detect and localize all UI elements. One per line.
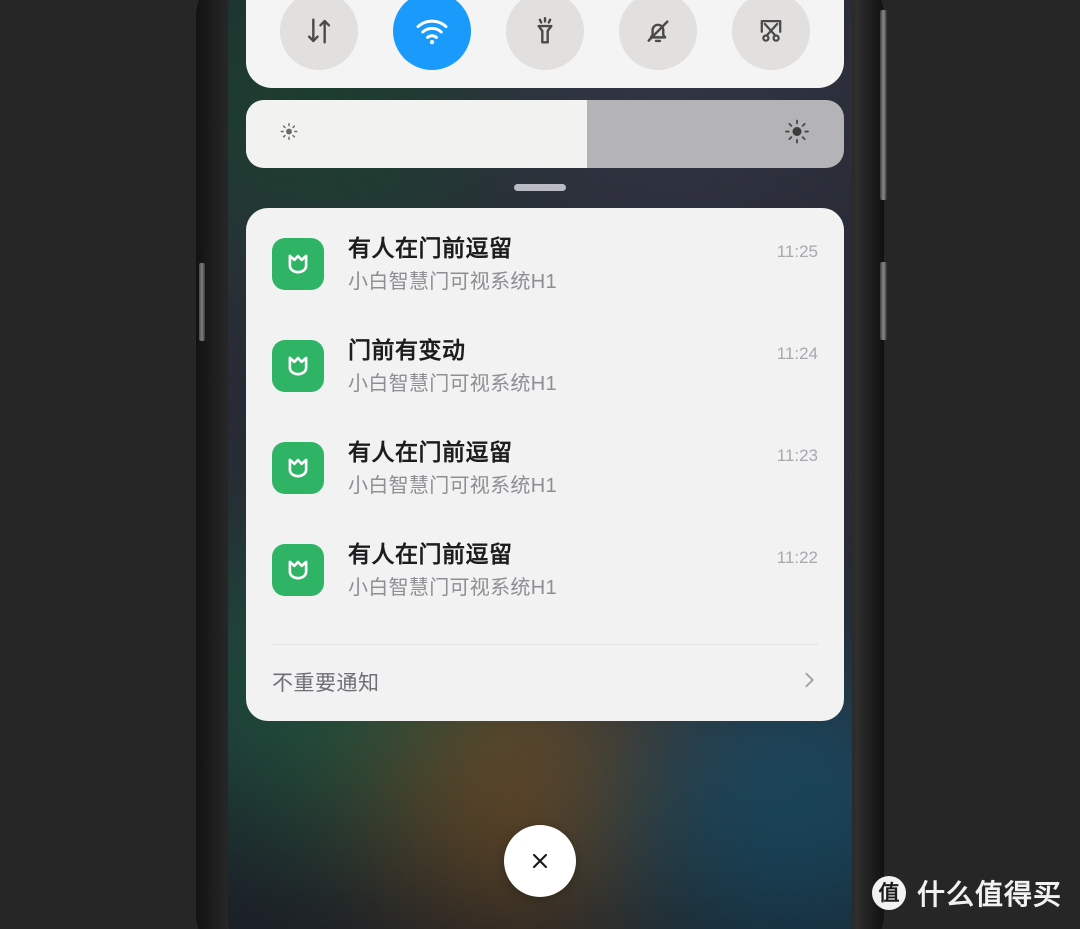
scissors-icon <box>754 14 788 48</box>
notification-item[interactable]: 有人在门前逗留 小白智慧门可视系统H1 11:23 <box>246 432 844 534</box>
watermark-text: 什么值得买 <box>916 879 1062 910</box>
notification-title: 有人在门前逗留 <box>348 541 513 567</box>
mijia-icon <box>272 238 324 290</box>
mijia-icon <box>272 442 324 494</box>
toggle-flashlight[interactable] <box>505 0 584 70</box>
notification-time: 11:25 <box>776 242 818 261</box>
notification-time: 11:23 <box>776 446 818 465</box>
notification-item[interactable]: 有人在门前逗留 小白智慧门可视系统H1 11:25 <box>246 228 844 330</box>
notification-app-name: 小白智慧门可视系统H1 <box>348 270 557 293</box>
notification-app-name: 小白智慧门可视系统H1 <box>348 474 557 497</box>
close-icon <box>532 853 548 869</box>
notification-list: 有人在门前逗留 小白智慧门可视系统H1 11:25 门前有变动 小白智慧门可视系… <box>246 208 844 721</box>
chevron-right-icon <box>798 669 820 696</box>
notification-title: 有人在门前逗留 <box>348 235 513 261</box>
quick-settings-panel <box>246 0 844 88</box>
sun-large-icon <box>782 117 812 152</box>
unimportant-notifications-row[interactable]: 不重要通知 <box>246 645 844 721</box>
close-notifications-button[interactable] <box>504 825 576 897</box>
notification-item[interactable]: 有人在门前逗留 小白智慧门可视系统H1 11:22 <box>246 534 844 636</box>
notification-title: 有人在门前逗留 <box>348 439 513 465</box>
data-arrows-icon <box>302 14 336 48</box>
phone-side-button-left[interactable] <box>199 263 205 341</box>
bell-muted-icon <box>641 14 675 48</box>
mijia-icon <box>272 340 324 392</box>
toggle-mobile-data[interactable] <box>279 0 358 70</box>
mijia-icon <box>272 544 324 596</box>
wifi-icon <box>413 12 451 50</box>
panel-drag-handle[interactable] <box>514 184 566 191</box>
notification-time: 11:22 <box>776 548 818 567</box>
sun-small-icon <box>278 121 300 148</box>
toggle-screenshot[interactable] <box>732 0 811 70</box>
notification-app-name: 小白智慧门可视系统H1 <box>348 576 557 599</box>
screenshot-root: 有人在门前逗留 小白智慧门可视系统H1 11:25 门前有变动 小白智慧门可视系… <box>0 0 1080 929</box>
flashlight-icon <box>528 14 562 48</box>
phone-screen: 有人在门前逗留 小白智慧门可视系统H1 11:25 门前有变动 小白智慧门可视系… <box>228 0 852 929</box>
toggle-wifi[interactable] <box>392 0 471 70</box>
watermark-logo-icon: 值 <box>871 876 906 910</box>
unimportant-notifications-label: 不重要通知 <box>272 672 380 695</box>
phone-side-button-right-lower[interactable] <box>880 262 887 340</box>
notification-title: 门前有变动 <box>348 337 466 363</box>
brightness-slider[interactable] <box>246 100 844 168</box>
phone-side-button-right-upper[interactable] <box>880 10 887 200</box>
watermark: 值 什么值得买 <box>871 873 1062 913</box>
notification-app-name: 小白智慧门可视系统H1 <box>348 372 557 395</box>
notification-item[interactable]: 门前有变动 小白智慧门可视系统H1 11:24 <box>246 330 844 432</box>
notification-time: 11:24 <box>776 344 818 363</box>
toggle-silent-mode[interactable] <box>619 0 698 70</box>
